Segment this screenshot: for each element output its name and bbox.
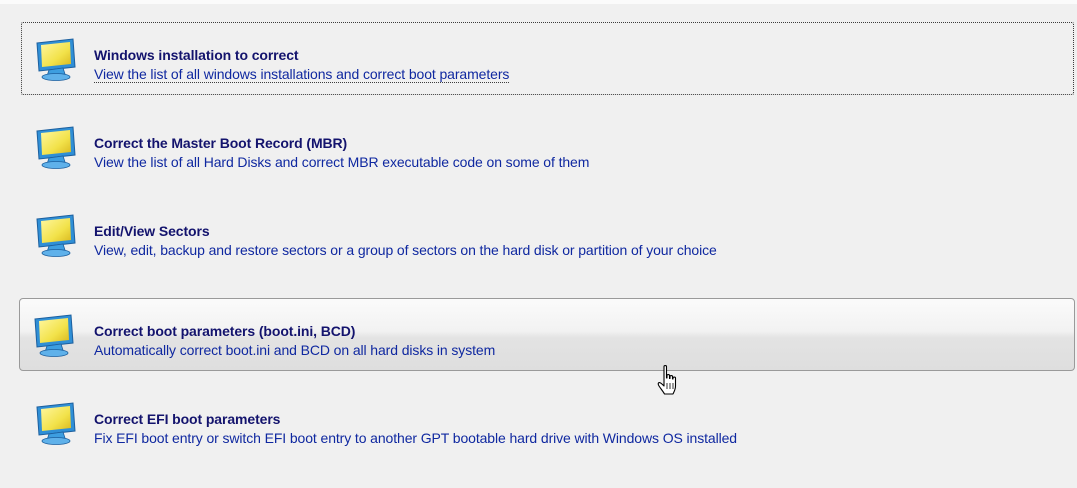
- task-description: View the list of all windows installatio…: [94, 66, 510, 83]
- monitor-icon: [36, 126, 76, 169]
- monitor-icon: [36, 38, 76, 81]
- task-correct-efi-boot-parameters[interactable]: Correct EFI boot parameters Fix EFI boot…: [21, 386, 1074, 459]
- monitor-icon: [36, 402, 76, 445]
- task-description: Fix EFI boot entry or switch EFI boot en…: [94, 430, 737, 446]
- task-description: View, edit, backup and restore sectors o…: [94, 242, 717, 258]
- task-windows-installation[interactable]: Windows installation to correct View the…: [21, 22, 1074, 95]
- task-description: View the list of all Hard Disks and corr…: [94, 154, 590, 170]
- task-description: Automatically correct boot.ini and BCD o…: [94, 342, 496, 358]
- monitor-icon: [34, 314, 74, 357]
- monitor-icon: [36, 214, 76, 257]
- task-edit-view-sectors[interactable]: Edit/View Sectors View, edit, backup and…: [21, 198, 1074, 271]
- task-title: Correct boot parameters (boot.ini, BCD): [94, 323, 356, 339]
- task-title: Correct EFI boot parameters: [94, 411, 281, 427]
- task-correct-mbr[interactable]: Correct the Master Boot Record (MBR) Vie…: [21, 110, 1074, 183]
- task-title: Windows installation to correct: [94, 47, 299, 63]
- task-title: Correct the Master Boot Record (MBR): [94, 135, 348, 151]
- top-edge: [0, 0, 1077, 4]
- task-correct-boot-parameters[interactable]: Correct boot parameters (boot.ini, BCD) …: [19, 298, 1075, 371]
- hand-pointer-icon: [657, 364, 677, 395]
- task-description-text: View the list of all windows installatio…: [94, 66, 510, 83]
- task-title: Edit/View Sectors: [94, 223, 210, 239]
